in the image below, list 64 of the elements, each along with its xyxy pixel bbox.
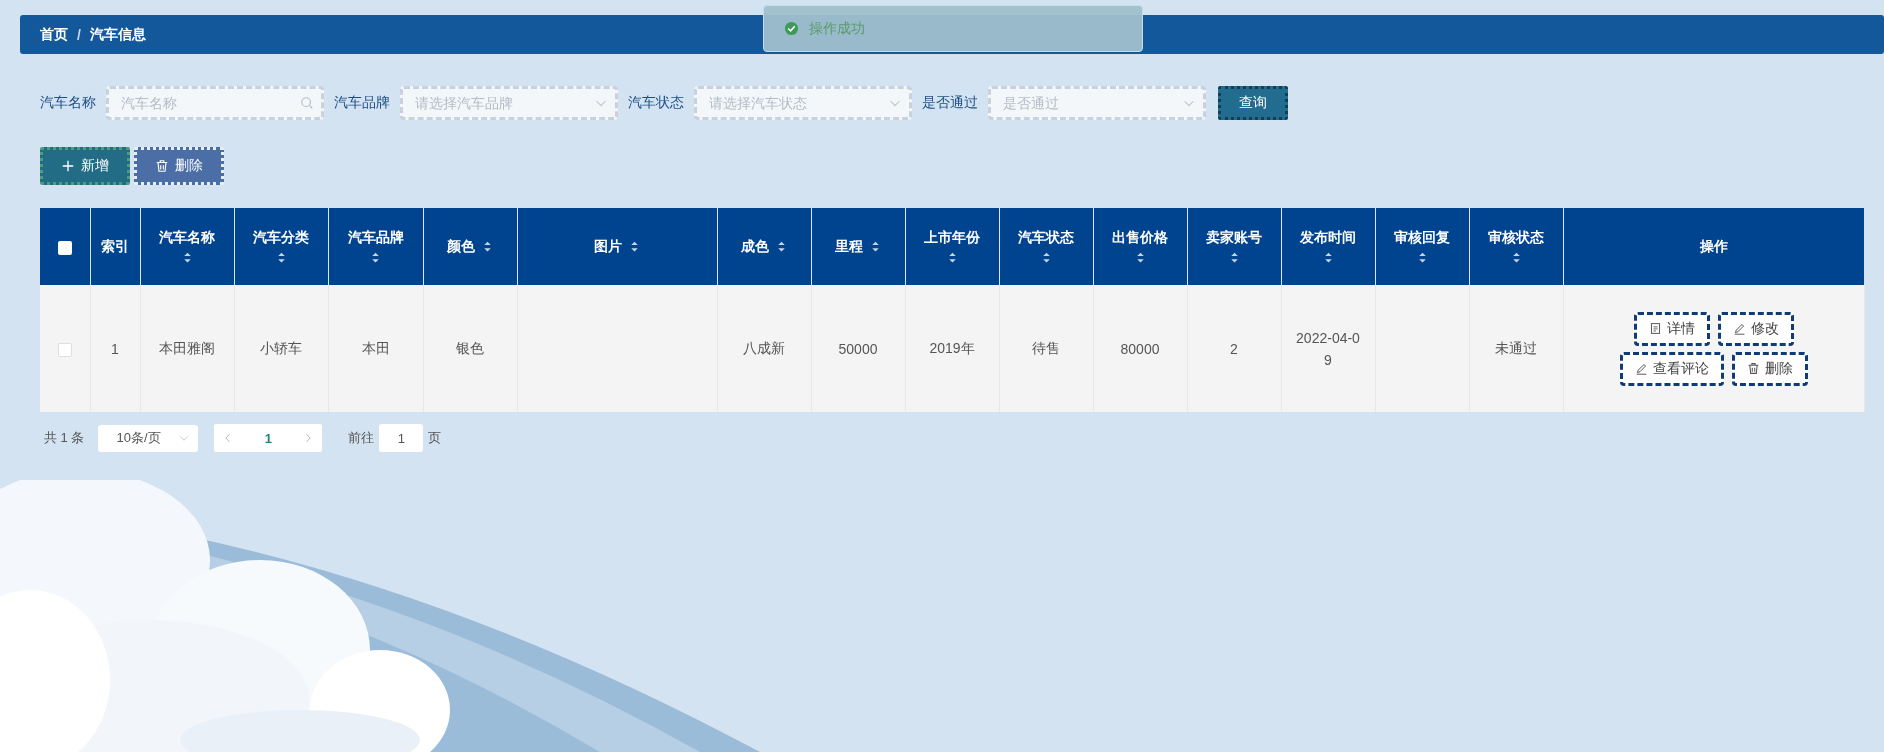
input-field[interactable]: 汽车名称 [106,86,324,120]
column-header: 索引 [101,237,129,256]
filter-label: 汽车名称 [40,94,96,112]
edit-button[interactable]: 修改 [1717,311,1794,346]
column-header: 里程 [834,237,863,256]
table-cell: 本田 [361,339,390,356]
add-button[interactable]: 新增 [40,147,130,185]
success-icon [784,21,799,36]
page-number[interactable]: 1 [264,430,273,446]
filter-label: 是否通过 [922,94,978,112]
trash-icon [155,159,169,173]
row-checkbox[interactable] [57,342,72,357]
column-header: 颜色 [446,237,475,256]
table-cell: 2019年 [929,339,975,356]
pencil-icon [1732,322,1746,335]
delete-button[interactable]: 删除 [134,147,224,185]
column-header: 审核状态 [1488,229,1544,247]
trash-icon [1746,362,1760,375]
document-icon [1648,322,1662,335]
table-cell: 2022-04-09 [1296,329,1360,368]
page-size-select[interactable]: 10条/页 [98,424,199,452]
column-header: 发布时间 [1300,229,1356,247]
page-input[interactable]: 1 [379,424,424,452]
breadcrumb-item[interactable]: 首页 [40,25,68,44]
delete-button[interactable]: 删除 [1731,351,1808,386]
column-header: 操作 [1699,237,1728,256]
select-field[interactable]: 请选择汽车状态 [694,86,912,120]
select-all-checkbox[interactable] [57,240,72,255]
detail-button[interactable]: 详情 [1633,311,1710,346]
table-cell: 本田雅阁 [159,339,215,356]
table-cell: 2 [1230,340,1238,357]
column-header: 成色 [740,237,769,256]
edit-button[interactable]: 查看评论 [1619,351,1724,386]
total-count: 共 1 条 [44,429,85,447]
column-header: 汽车名称 [159,229,215,247]
column-header: 出售价格 [1112,229,1168,247]
column-header: 汽车分类 [253,229,309,247]
table-cell: 未通过 [1495,339,1537,356]
page-suffix: 页 [428,429,442,447]
table-cell: 小轿车 [260,339,302,356]
breadcrumb-item[interactable]: 汽车信息 [89,25,146,44]
select-field[interactable]: 是否通过 [988,86,1206,120]
column-header: 审核回复 [1394,229,1450,247]
query-button[interactable]: 查询 [1218,86,1288,120]
select-field[interactable]: 请选择汽车品牌 [400,86,618,120]
filter-label: 汽车品牌 [334,94,390,112]
column-header: 汽车品牌 [347,229,404,247]
table-cell: 银色 [456,339,484,356]
table-cell: 50000 [838,340,878,357]
goto-label: 前往 [348,429,375,447]
table-cell: 待售 [1032,339,1060,356]
column-header: 图片 [593,237,622,256]
column-header: 上市年份 [924,229,980,247]
search-icon [300,96,314,110]
separator: / [77,26,81,43]
toast-text: 操作成功 [809,19,865,38]
column-header: 卖家账号 [1206,229,1262,247]
filter-label: 汽车状态 [628,94,684,112]
column-header: 汽车状态 [1018,229,1074,247]
table-cell: 80000 [1120,340,1160,357]
table-cell: 1 [111,340,119,357]
plus-icon [61,159,75,173]
table-cell: 八成新 [743,339,785,356]
pencil-icon [1634,362,1648,375]
